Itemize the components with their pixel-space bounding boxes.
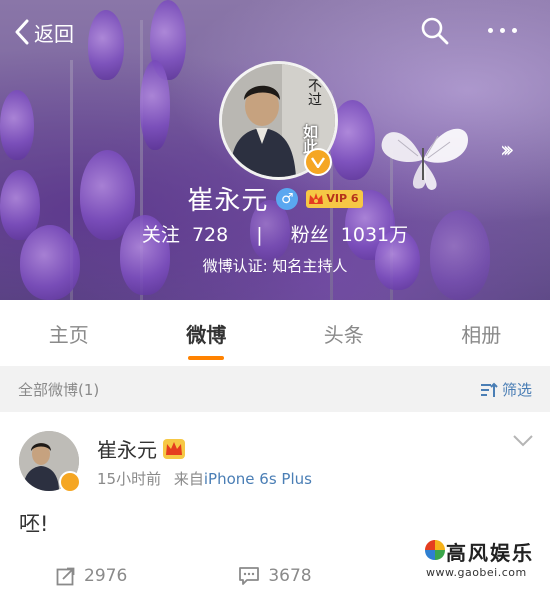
back-icon: [15, 19, 29, 45]
top-bar: 返回: [0, 0, 550, 64]
more-icon[interactable]: [488, 28, 517, 33]
follow-label: 关注: [141, 224, 180, 246]
watermark-url: www.gaobei.com: [426, 566, 527, 579]
fans-stat[interactable]: 粉丝 1031万: [291, 224, 408, 246]
follow-stat[interactable]: 关注 728: [142, 224, 228, 246]
fans-count: 1031万: [340, 224, 409, 246]
certification-text: 微博认证: 知名主持人: [202, 257, 348, 275]
vip-badge[interactable]: VIP 6: [306, 189, 363, 208]
lavender-flower: [0, 90, 34, 160]
watermark-title: 高风娱乐: [446, 541, 534, 565]
avatar-caption-top: 不过: [306, 78, 322, 106]
post-author[interactable]: 崔永元: [97, 434, 157, 463]
verify-icon: [304, 148, 332, 176]
site-watermark: 高风娱乐 www.gaobei.com: [420, 533, 548, 585]
search-icon[interactable]: [420, 16, 450, 46]
profile-tabs: 主页 微博 头条 相册: [0, 300, 550, 366]
fans-label: 粉丝: [290, 224, 329, 246]
back-button[interactable]: 返回: [14, 14, 74, 50]
repost-count: 2976: [84, 565, 128, 586]
chevron-down-icon[interactable]: [512, 434, 534, 448]
profile-name-row: 崔永元 ♂ VIP 6: [0, 180, 550, 217]
post-time: 15小时前: [97, 470, 162, 488]
gender-male-icon: ♂: [276, 187, 299, 210]
post-meta: 15小时前 来自iPhone 6s Plus: [97, 468, 312, 489]
follow-count: 728: [191, 224, 229, 246]
post-text: 呸!: [19, 512, 49, 536]
filter-button[interactable]: 筛选: [480, 379, 532, 400]
profile-stats: 关注 728 | 粉丝 1031万: [0, 220, 550, 247]
forward-arrows-icon[interactable]: ›››: [500, 138, 515, 163]
tab-home[interactable]: 主页: [0, 300, 138, 366]
stats-separator: |: [256, 224, 263, 246]
profile-name: 崔永元: [187, 186, 269, 216]
tab-album[interactable]: 相册: [413, 300, 550, 366]
post-author-row: 崔永元: [97, 434, 185, 463]
vip-crown-icon: [309, 192, 324, 204]
comment-count: 3678: [268, 565, 312, 586]
filter-icon: [480, 382, 498, 397]
vip-label: VIP 6: [326, 192, 359, 205]
post-from-label: 来自: [173, 470, 204, 488]
comment-button[interactable]: 3678: [183, 554, 366, 597]
back-label: 返回: [34, 21, 74, 46]
repost-icon: [56, 567, 75, 585]
all-posts-label: 全部微博(1): [18, 381, 100, 399]
watermark-logo: [425, 540, 445, 560]
filter-label: 筛选: [501, 381, 532, 399]
verify-icon: [59, 471, 81, 493]
filter-bar: 全部微博(1) 筛选: [0, 368, 550, 411]
repost-button[interactable]: 2976: [0, 554, 183, 597]
tab-weibo[interactable]: 微博: [138, 300, 276, 366]
vip-crown-icon: [163, 438, 185, 459]
comment-icon: [239, 566, 260, 585]
lavender-flower: [140, 60, 170, 150]
post-source[interactable]: iPhone 6s Plus: [204, 470, 312, 488]
tab-headlines[interactable]: 头条: [275, 300, 413, 366]
